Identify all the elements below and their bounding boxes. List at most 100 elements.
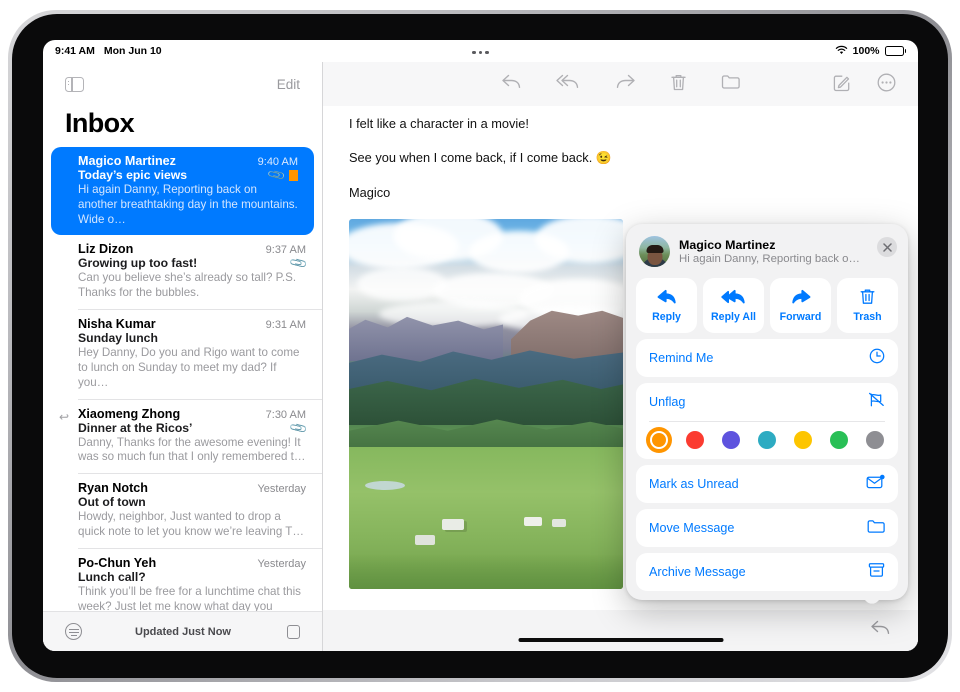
forward-icon (791, 289, 811, 308)
flag-swatch-orange[interactable] (650, 431, 668, 449)
remind-me-label: Remind Me (649, 351, 714, 365)
reply-label: Reply (652, 310, 681, 323)
sidebar-header: Edit (43, 62, 322, 106)
trash-button[interactable]: Trash (837, 278, 898, 333)
unflag-label: Unflag (649, 395, 686, 409)
mail-list-item[interactable]: Liz Dizon 9:37 AM Growing up too fast! 📎 Can… (43, 235, 322, 309)
home-indicator (518, 637, 723, 642)
mail-preview: Howdy, neighbor, Just wanted to drop a q… (78, 510, 304, 539)
message-detail-pane: I felt like a character in a movie! See … (323, 62, 918, 651)
mail-list-item[interactable]: Po-Chun Yeh Yesterday Lunch call? Think you… (43, 549, 322, 611)
battery-percent: 100% (852, 45, 880, 57)
flag-swatch-green[interactable] (830, 431, 848, 449)
flag-swatch-red[interactable] (686, 431, 704, 449)
reply-all-icon (721, 289, 746, 308)
reply-all-label: Reply All (711, 310, 756, 323)
mail-time: 9:31 AM (265, 319, 306, 332)
folder-icon[interactable] (721, 73, 741, 95)
body-signature: Magico (349, 185, 391, 200)
detail-toolbar (323, 62, 918, 106)
battery-icon (884, 46, 906, 56)
filter-icon[interactable] (65, 623, 82, 640)
mail-list-item[interactable]: Nisha Kumar 9:31 AM Sunday lunch Hey Danny,… (43, 310, 322, 398)
mark-as-unread-item[interactable]: Mark as Unread (636, 465, 898, 503)
mail-list-item[interactable]: Magico Martinez 9:40 AM Today’s epic views… (51, 147, 314, 236)
edit-button[interactable]: Edit (277, 77, 300, 92)
mail-badges: 📎 (266, 165, 298, 185)
alpine-meadow-photo[interactable] (349, 219, 623, 589)
reply-button[interactable]: Reply (636, 278, 697, 333)
sidebar-footer: Updated Just Now (43, 611, 322, 651)
multitasking-dots-icon[interactable] (472, 50, 489, 54)
folder-icon (867, 519, 885, 538)
remind-me-item[interactable]: Remind Me (636, 339, 898, 377)
flag-color-swatches[interactable] (636, 422, 898, 452)
popup-sender-name: Magico Martinez (679, 238, 776, 252)
flag-swatch-yellow[interactable] (794, 431, 812, 449)
copy-messages-icon[interactable] (287, 621, 306, 639)
message-context-menu[interactable]: Magico Martinez Hi again Danny, Reportin… (626, 224, 908, 600)
flag-swatch-purple[interactable] (722, 431, 740, 449)
toolbar-right-actions (833, 73, 896, 95)
mail-subject: Dinner at the Ricos’ (78, 420, 193, 435)
mail-sidebar: Edit Inbox Magico Martinez 9:40 AM Today’s… (43, 62, 323, 651)
flag-swatch-gray[interactable] (866, 431, 884, 449)
mail-sender: Nisha Kumar (78, 317, 156, 332)
status-bar-right: 100% (835, 45, 906, 58)
mail-sender: Liz Dizon (78, 242, 134, 257)
popup-snippet: Hi again Danny, Reporting back o… (679, 253, 860, 265)
mail-preview: Hi again Danny, Reporting back on anothe… (78, 183, 298, 226)
mail-sender: Magico Martinez (78, 154, 176, 168)
mail-subject: Sunday lunch (78, 331, 158, 346)
mail-preview: Hey Danny, Do you and Rigo want to come … (78, 346, 300, 389)
reply-all-button[interactable]: Reply All (703, 278, 764, 333)
mail-subject: Lunch call? (78, 569, 146, 584)
move-message-item[interactable]: Move Message (636, 509, 898, 547)
split-view: Edit Inbox Magico Martinez 9:40 AM Today’s… (43, 62, 918, 651)
sidebar-toggle-icon[interactable] (65, 76, 84, 92)
toolbar-actions (323, 73, 918, 95)
envelope-badge-icon (866, 474, 885, 494)
more-ellipsis-icon[interactable] (877, 73, 896, 95)
forward-icon[interactable] (615, 73, 636, 95)
archive-message-item[interactable]: Archive Message (636, 553, 898, 591)
reply-icon[interactable] (501, 73, 522, 95)
multitasking-indicator[interactable] (43, 45, 918, 57)
flag-swatch-teal[interactable] (758, 431, 776, 449)
trash-icon (860, 288, 875, 308)
unflag-item[interactable]: Unflag (636, 383, 898, 421)
archivebox-icon (868, 562, 885, 582)
mail-badges: 📎 (288, 418, 308, 438)
mail-subject: Growing up too fast! (78, 256, 198, 271)
reply-icon[interactable] (870, 619, 891, 642)
clock-icon (869, 348, 885, 368)
forward-label: Forward (779, 310, 822, 323)
popup-header: Magico Martinez Hi again Danny, Reportin… (636, 234, 898, 278)
flag-section[interactable]: Unflag (636, 383, 898, 459)
mail-time: Yesterday (257, 483, 306, 496)
mail-list[interactable]: Magico Martinez 9:40 AM Today’s epic views… (43, 147, 322, 611)
mail-sender: Ryan Notch (78, 481, 148, 496)
mail-preview: Danny, Thanks for the awesome evening! I… (78, 435, 306, 464)
status-bar: 9:41 AM Mon Jun 10 100% (43, 40, 918, 62)
quick-actions-row: Reply Reply All Forward Trash (636, 278, 898, 333)
mail-subject: Out of town (78, 495, 146, 510)
mark-as-unread-label: Mark as Unread (649, 477, 739, 491)
wifi-icon (835, 45, 848, 58)
mail-badges: 📎 (288, 253, 308, 273)
ipad-screen: 9:41 AM Mon Jun 10 100% Edit Inbox Magic… (43, 40, 918, 651)
mail-sender: Xiaomeng Zhong (78, 406, 181, 421)
mail-list-item[interactable]: ↩ Xiaomeng Zhong 7:30 AM Dinner at the Rico… (43, 400, 322, 474)
mail-subject: Today’s epic views (78, 168, 188, 182)
body-line-2: See you when I come back, if I come back… (349, 150, 612, 165)
reply-all-icon[interactable] (555, 73, 581, 95)
close-icon[interactable] (877, 237, 897, 257)
mail-sender: Po-Chun Yeh (78, 555, 157, 570)
mail-list-item[interactable]: Ryan Notch Yesterday Out of town Howdy, nei… (43, 474, 322, 548)
popup-pointer-tail (858, 594, 886, 608)
trash-icon[interactable] (670, 73, 687, 95)
mail-preview: Think you’ll be free for a lunchtime cha… (78, 584, 301, 611)
forward-button[interactable]: Forward (770, 278, 831, 333)
mail-time: Yesterday (257, 557, 306, 570)
compose-icon[interactable] (833, 74, 851, 95)
